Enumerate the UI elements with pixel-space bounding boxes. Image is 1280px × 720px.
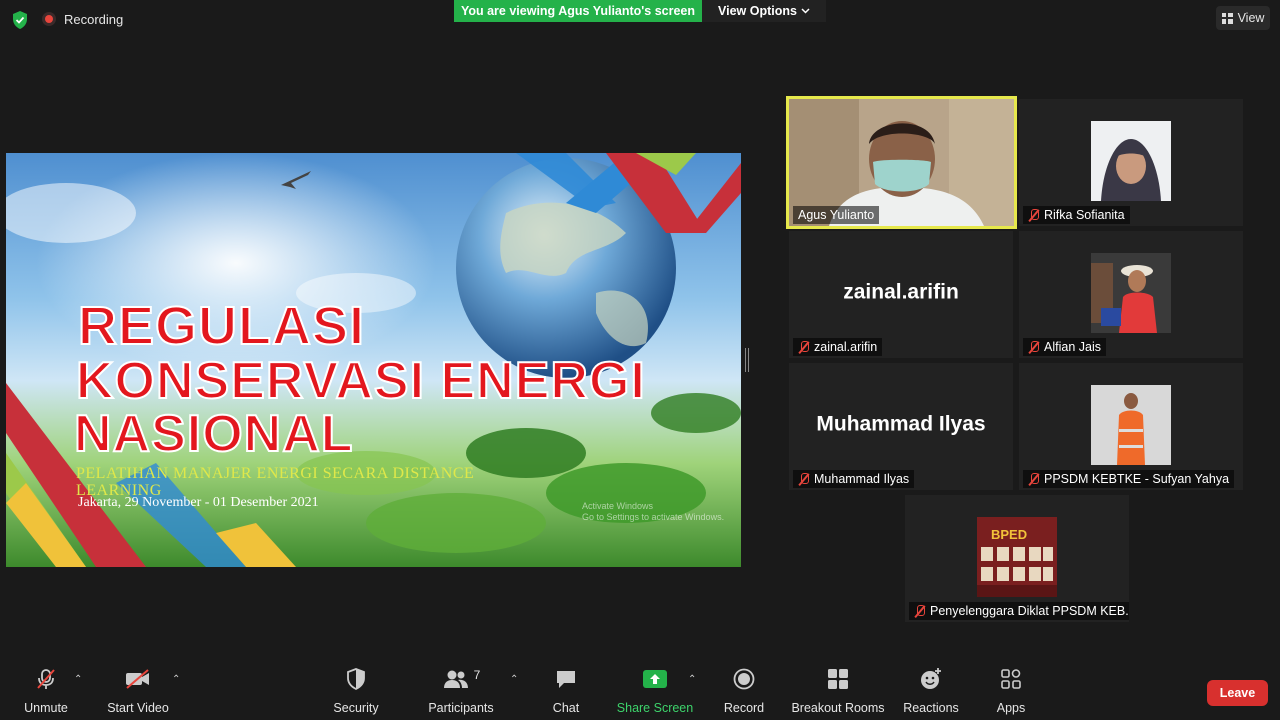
grid-icon [1221, 12, 1233, 24]
participant-avatar [1091, 253, 1171, 333]
view-button[interactable]: View [1216, 6, 1270, 30]
security-button[interactable]: Security [328, 664, 384, 720]
video-tile-rifka-sofianita[interactable]: Rifka Sofianita [1019, 99, 1243, 226]
participant-display-name: zainal.arifin [843, 280, 959, 304]
video-off-icon [126, 669, 149, 689]
shared-screen[interactable]: REGULASI KONSERVASI ENERGI NASIONAL PELA… [6, 153, 741, 567]
apps-label: Apps [996, 701, 1026, 715]
unmute-label: Unmute [24, 701, 68, 715]
share-screen-label: Share Screen [616, 701, 694, 715]
participant-name: Alfian Jais [1044, 340, 1101, 354]
video-tile-alfian-jais[interactable]: Alfian Jais [1019, 231, 1243, 358]
record-label: Record [723, 701, 765, 715]
reactions-smiley-icon [921, 668, 941, 689]
chat-icon [557, 671, 575, 688]
windows-watermark: Activate Windows Go to Settings to activ… [582, 501, 724, 523]
record-icon [733, 668, 755, 690]
participant-name: PPSDM KEBTKE - Sufyan Yahya [1044, 472, 1230, 486]
participants-button[interactable]: 7 Participants [424, 664, 498, 720]
participants-count: 7 [473, 668, 481, 682]
start-video-button[interactable]: Start Video [104, 664, 172, 720]
apps-button[interactable]: Apps [990, 664, 1032, 720]
participant-name-tag: Rifka Sofianita [1023, 206, 1130, 224]
unmute-button[interactable]: Unmute [18, 664, 74, 720]
breakout-rooms-label: Breakout Rooms [791, 701, 885, 715]
recording-indicator[interactable]: Recording [42, 8, 123, 30]
share-screen-button[interactable]: Share Screen [616, 664, 694, 720]
participant-name: Agus Yulianto [798, 208, 875, 222]
recording-icon [42, 12, 56, 26]
participants-icon [443, 670, 468, 688]
participant-avatar [1091, 121, 1171, 201]
breakout-rooms-icon [828, 669, 848, 689]
apps-icon [1001, 669, 1021, 689]
participant-name-tag: Alfian Jais [1023, 338, 1106, 356]
participant-avatar: BPED [977, 517, 1057, 597]
video-options-caret-icon[interactable]: ⌃ [172, 674, 180, 685]
recording-label: Recording [64, 11, 124, 27]
meeting-window: { "topbar": { "recording_label": "Record… [0, 0, 1280, 720]
share-options-caret-icon[interactable]: ⌃ [688, 674, 696, 685]
chat-label: Chat [552, 701, 580, 715]
video-tile-muhammad-ilyas[interactable]: Muhammad Ilyas Muhammad Ilyas [789, 363, 1013, 490]
breakout-rooms-button[interactable]: Breakout Rooms [790, 664, 886, 720]
participant-display-name: Muhammad Ilyas [816, 412, 986, 436]
participants-label: Participants [428, 701, 494, 715]
security-shield-icon [347, 668, 365, 691]
mic-muted-icon [798, 472, 810, 486]
participant-name: Rifka Sofianita [1044, 208, 1125, 222]
meeting-toolbar: Unmute ⌃ Start Video ⌃ Security 7 Partic… [0, 664, 1280, 720]
slide-title-line-3: NASIONAL [73, 404, 354, 464]
reactions-label: Reactions [903, 701, 959, 715]
video-tile-agus-yulianto[interactable]: Agus Yulianto [786, 96, 1017, 229]
chat-button[interactable]: Chat [542, 664, 590, 720]
slide-title-line-1: REGULASI [77, 295, 366, 357]
split-resize-handle[interactable] [745, 348, 749, 372]
mic-muted-icon [1028, 340, 1040, 354]
participant-name-tag: PPSDM KEBTKE - Sufyan Yahya [1023, 470, 1235, 488]
slide-date: Jakarta, 29 November - 01 Desember 2021 [78, 495, 319, 510]
record-button[interactable]: Record [718, 664, 770, 720]
leave-button[interactable]: Leave [1207, 680, 1268, 706]
slide-subtitle: PELATIHAN MANAJER ENERGI SECARA DISTANCE… [76, 465, 475, 499]
video-tile-sufyan-yahya[interactable]: PPSDM KEBTKE - Sufyan Yahya [1019, 363, 1243, 490]
participant-name: Penyelenggara Diklat PPSDM KEB... [930, 604, 1129, 618]
reactions-button[interactable]: Reactions [902, 664, 960, 720]
video-tile-penyelenggara-diklat[interactable]: BPED Penyelenggara Diklat PPSDM KEB... [905, 495, 1129, 622]
video-tile-zainal-arifin[interactable]: zainal.arifin zainal.arifin [789, 231, 1013, 358]
view-options-label: View Options [718, 4, 797, 18]
mic-muted-icon [37, 669, 55, 689]
chevron-down-icon [801, 8, 810, 14]
avatar-collage-art [977, 547, 1057, 597]
mic-muted-icon [1028, 208, 1040, 222]
audio-options-caret-icon[interactable]: ⌃ [74, 674, 82, 685]
mic-muted-icon [1028, 472, 1040, 486]
mic-muted-icon [798, 340, 810, 354]
participant-name: Muhammad Ilyas [814, 472, 910, 486]
participant-name-tag: Penyelenggara Diklat PPSDM KEB... [909, 602, 1129, 620]
participant-name-tag: Agus Yulianto [793, 206, 880, 224]
mic-muted-icon [914, 604, 926, 618]
participants-options-caret-icon[interactable]: ⌃ [510, 674, 518, 685]
watermark-line-1: Activate Windows [582, 501, 654, 511]
viewing-banner: You are viewing Agus Yulianto's screen [454, 0, 702, 22]
participant-name-tag: Muhammad Ilyas [793, 470, 915, 488]
share-screen-icon [643, 670, 667, 688]
start-video-label: Start Video [107, 701, 169, 715]
watermark-line-2: Go to Settings to activate Windows. [582, 512, 725, 522]
shield-icon[interactable] [10, 10, 30, 30]
participant-name-tag: zainal.arifin [793, 338, 883, 356]
slide-title-line-2: KONSERVASI ENERGI [75, 351, 646, 411]
participant-avatar [1091, 385, 1171, 465]
participant-name: zainal.arifin [814, 340, 878, 354]
view-label: View [1237, 11, 1265, 25]
view-options-button[interactable]: View Options [702, 0, 826, 22]
security-label: Security [333, 701, 379, 715]
